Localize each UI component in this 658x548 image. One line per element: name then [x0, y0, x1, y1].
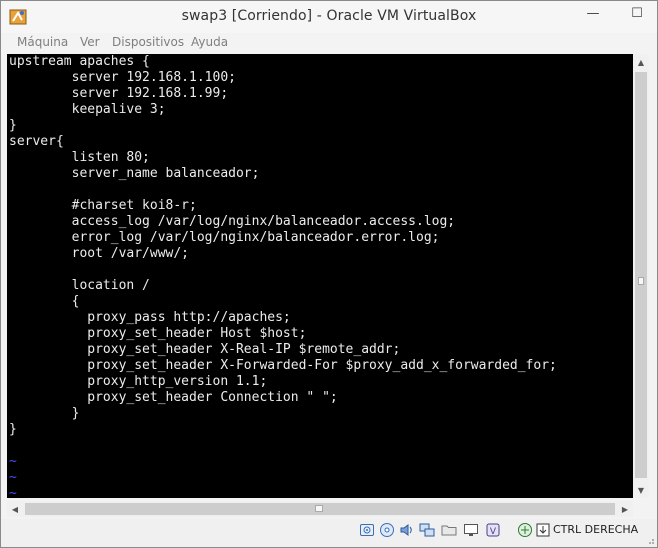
display-icon[interactable]	[463, 522, 479, 538]
terminal-line: #charset koi8-r;	[9, 198, 197, 213]
scroll-right-arrow-icon[interactable]: ▶	[617, 501, 633, 517]
shared-folders-icon[interactable]	[441, 522, 457, 538]
vim-empty-line-marker: ~	[9, 454, 17, 469]
optical-drive-icon[interactable]	[379, 522, 395, 538]
terminal-line: server 192.168.1.100;	[9, 70, 236, 85]
minimize-button[interactable]: —	[571, 2, 615, 24]
terminal-line: proxy_set_header X-Forwarded-For $proxy_…	[9, 358, 557, 373]
svg-text:V: V	[490, 527, 497, 537]
terminal-line: server{	[9, 134, 64, 149]
minimize-icon: —	[586, 5, 600, 21]
vertical-scroll-thumb[interactable]	[635, 72, 647, 478]
terminal-line: error_log /var/log/nginx/balanceador.err…	[9, 230, 440, 245]
vim-empty-line-marker: ~	[9, 470, 17, 485]
title-bar[interactable]: swap3 [Corriendo] - Oracle VM VirtualBox…	[1, 1, 657, 33]
video-capture-icon[interactable]: V	[485, 522, 501, 538]
terminal-line: access_log /var/log/nginx/balanceador.ac…	[9, 214, 456, 229]
menu-ver[interactable]: Ver	[80, 35, 100, 49]
terminal-line: }	[9, 422, 17, 437]
menu-ayuda[interactable]: Ayuda	[191, 35, 228, 49]
terminal-line: proxy_set_header X-Real-IP $remote_addr;	[9, 342, 401, 357]
terminal-line: location /	[9, 278, 150, 293]
terminal-text: upstream apaches { server 192.168.1.100;…	[7, 54, 633, 498]
status-bar: V CTRL DERECHA	[1, 519, 657, 547]
scroll-grip-icon	[315, 505, 323, 512]
maximize-icon: ☐	[631, 5, 643, 21]
maximize-button[interactable]: ☐	[615, 2, 658, 24]
terminal-line: listen 80;	[9, 150, 150, 165]
terminal-line: root /var/www/;	[9, 246, 190, 261]
scroll-grip-icon	[638, 277, 644, 285]
horizontal-scrollbar[interactable]: ◀ ▶	[7, 501, 633, 517]
terminal-line: }	[9, 118, 17, 133]
menu-dispositivos[interactable]: Dispositivos	[112, 35, 184, 49]
network-icon[interactable]	[419, 522, 435, 538]
virtualization-icon[interactable]	[517, 522, 533, 538]
scroll-left-arrow-icon[interactable]: ◀	[7, 501, 23, 517]
terminal-line: server 192.168.1.99;	[9, 86, 229, 101]
vm-display[interactable]: upstream apaches { server 192.168.1.100;…	[7, 54, 633, 498]
terminal-line: proxy_set_header Connection " ";	[9, 390, 338, 405]
menu-maquina[interactable]: Máquina	[17, 35, 68, 49]
terminal-line: }	[9, 406, 80, 421]
audio-icon[interactable]	[399, 522, 415, 538]
vim-empty-line-marker: ~	[9, 486, 17, 498]
window-title: swap3 [Corriendo] - Oracle VM VirtualBox	[181, 8, 477, 24]
horizontal-scroll-thumb[interactable]	[25, 503, 615, 515]
hard-disk-icon[interactable]	[359, 522, 375, 538]
mouse-integration-icon[interactable]	[535, 522, 551, 538]
menu-bar: Máquina Ver Dispositivos Ayuda	[1, 33, 657, 53]
terminal-line: server_name balanceador;	[9, 166, 260, 181]
vertical-scrollbar[interactable]: ▲ ▼	[633, 54, 649, 498]
terminal-line: proxy_http_version 1.1;	[9, 374, 268, 389]
terminal-line: proxy_pass http://apaches;	[9, 310, 291, 325]
scroll-down-arrow-icon[interactable]: ▼	[633, 482, 649, 498]
terminal-line: {	[9, 294, 80, 309]
virtualbox-window: swap3 [Corriendo] - Oracle VM VirtualBox…	[0, 0, 658, 548]
terminal-line: keepalive 3;	[9, 102, 166, 117]
terminal-line: proxy_set_header Host $host;	[9, 326, 307, 341]
scroll-up-arrow-icon[interactable]: ▲	[633, 54, 649, 70]
terminal-line: upstream apaches {	[9, 54, 150, 69]
host-key-label: CTRL DERECHA	[553, 523, 639, 536]
resize-grip-icon[interactable]	[645, 535, 655, 545]
